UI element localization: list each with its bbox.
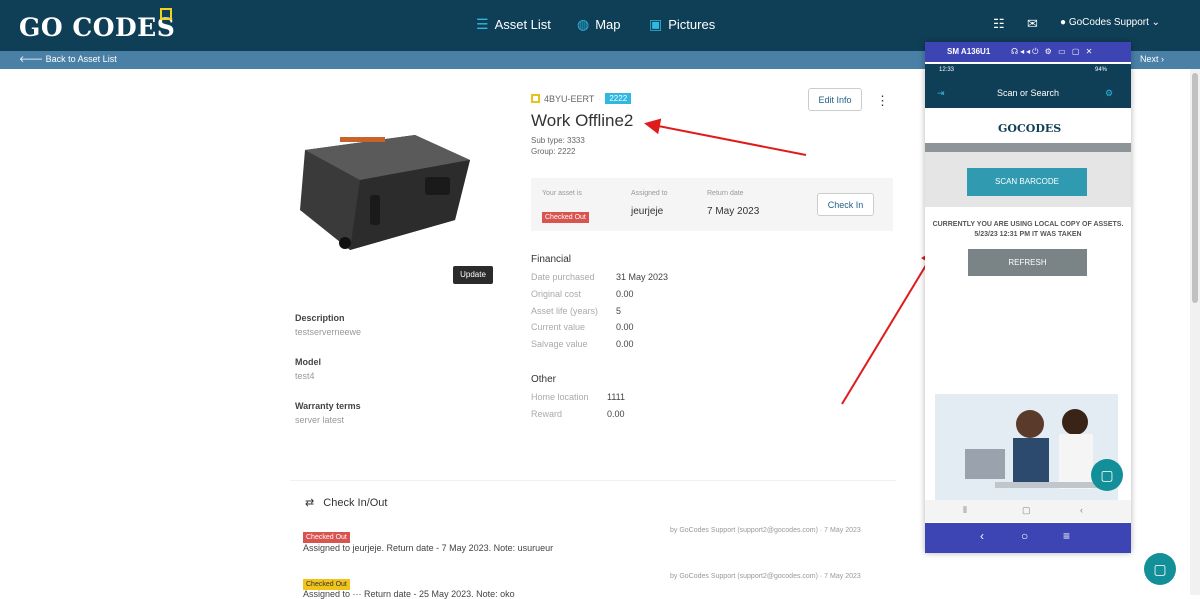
bottom-menu-icon[interactable]: ≡ — [1063, 529, 1070, 543]
phone-window-bottom-bar: ‹ ○ ≡ — [925, 523, 1131, 553]
phone-android-nav: ⦀ ▢ ‹ — [925, 500, 1131, 522]
recent-apps-icon[interactable]: ⦀ — [963, 505, 967, 516]
phone-divider-band — [925, 143, 1131, 152]
phone-battery: 94% — [1095, 67, 1108, 73]
logout-icon[interactable]: ⇥ — [937, 78, 945, 108]
phone-status-bar: 12:33 94% — [925, 64, 1131, 78]
home-icon[interactable]: ▢ — [1022, 505, 1031, 516]
phone-app-header: ⇥ Scan or Search ⚙ — [925, 78, 1131, 108]
refresh-button[interactable]: REFRESH — [968, 249, 1087, 276]
phone-time: 12:33 — [939, 67, 955, 73]
phone-window-titlebar: SM A136U1 ☊◂◂⏻ ⚙ ▭ ▢ ✕ — [925, 42, 1131, 62]
scan-barcode-button[interactable]: SCAN BARCODE — [967, 168, 1087, 196]
phone-window-title: SM A136U1 — [947, 47, 991, 56]
local-copy-message: CURRENTLY YOU ARE USING LOCAL COPY OF AS… — [932, 221, 1124, 238]
gear-icon[interactable]: ⚙ — [1105, 78, 1113, 108]
phone-chat-icon[interactable]: ▢ — [1091, 459, 1123, 491]
back-icon[interactable]: ‹ — [1080, 505, 1083, 515]
arrow-to-title — [644, 118, 807, 156]
phone-stock-photo — [935, 394, 1118, 500]
phone-header-title: Scan or Search — [996, 88, 1060, 98]
window-controls-icons[interactable]: ☊◂◂⏻ ⚙ ▭ ▢ ✕ — [1011, 47, 1094, 57]
chat-support-icon[interactable]: ▢ — [1144, 553, 1176, 585]
bottom-back-icon[interactable]: ‹ — [980, 529, 984, 543]
phone-logo: GOCODES — [998, 122, 1062, 135]
bottom-home-icon[interactable]: ○ — [1021, 529, 1028, 543]
arrow-to-message — [841, 248, 937, 405]
